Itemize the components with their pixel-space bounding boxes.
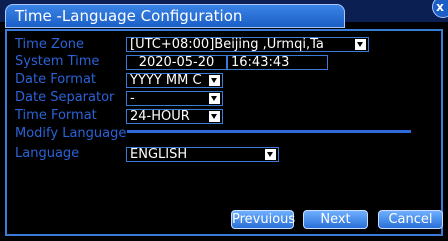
close-icon[interactable]: x [432, 0, 448, 18]
title-bar: Time -Language Configuration x [0, 0, 448, 28]
time-format-select[interactable]: 24-HOUR [126, 109, 223, 124]
next-button[interactable]: Next [303, 210, 368, 229]
system-time-field[interactable]: 16:43:43 [227, 55, 328, 70]
date-separator-value: - [130, 91, 135, 106]
language-select[interactable]: ENGLISH [126, 147, 279, 162]
time-format-value: 24-HOUR [130, 109, 190, 124]
time-zone-value: [UTC+08:00]Beijing ,Urmqi,Ta [130, 37, 324, 52]
system-time-value: 16:43:43 [231, 55, 290, 70]
date-separator-select[interactable]: - [126, 91, 223, 106]
date-separator-label: Date Separator [15, 90, 115, 105]
date-format-select[interactable]: YYYY MM C [126, 73, 223, 88]
modify-language-label: Modify Language [15, 126, 127, 141]
config-window: Time -Language Configuration x Time Zone… [0, 0, 448, 241]
system-date-value: 2020-05-20 [138, 55, 215, 70]
date-format-value: YYYY MM C [130, 73, 202, 88]
date-format-label: Date Format [15, 72, 97, 87]
window-title: Time -Language Configuration [15, 7, 243, 25]
time-format-label: Time Format [15, 108, 97, 123]
chevron-down-icon [209, 111, 220, 122]
chevron-down-icon [209, 75, 220, 86]
cancel-button[interactable]: Cancel [378, 210, 443, 229]
time-zone-select[interactable]: [UTC+08:00]Beijing ,Urmqi,Ta [126, 37, 369, 52]
chevron-down-icon [209, 93, 220, 104]
modify-language-line [127, 130, 411, 133]
previous-button[interactable]: Prevuious [231, 210, 295, 229]
language-value: ENGLISH [130, 147, 188, 162]
system-time-label: System Time [15, 54, 100, 69]
time-zone-label: Time Zone [15, 37, 85, 52]
system-date-field[interactable]: 2020-05-20 [126, 55, 227, 70]
chevron-down-icon [265, 149, 276, 160]
language-label: Language [15, 146, 80, 161]
chevron-down-icon [355, 39, 366, 50]
